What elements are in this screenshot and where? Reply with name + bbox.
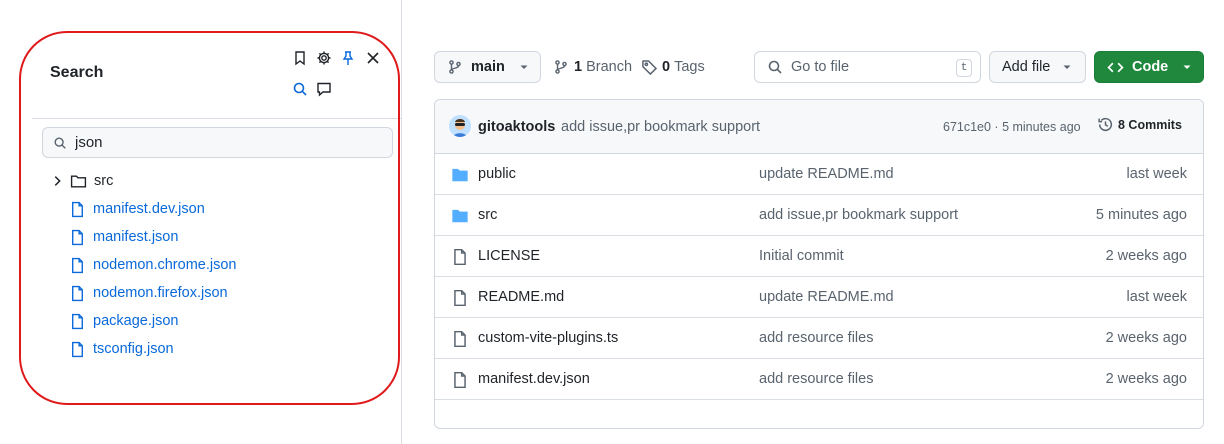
branches-link[interactable]: 1 Branch	[553, 51, 632, 83]
file-name-link[interactable]: custom-vite-plugins.ts	[478, 330, 618, 346]
tree-item-label: package.json	[93, 313, 179, 329]
tree-file-item[interactable]: package.json	[69, 310, 178, 332]
file-table: gitoaktools add issue,pr bookmark suppor…	[434, 99, 1204, 429]
go-to-file-input[interactable]	[791, 59, 951, 75]
folder-icon	[452, 209, 468, 223]
bookmark-icon[interactable]	[291, 49, 309, 67]
branch-icon	[449, 60, 461, 74]
file-name-link[interactable]: public	[478, 166, 516, 182]
caret-down-icon	[520, 65, 528, 69]
search-icon	[768, 60, 782, 74]
commit-message-link[interactable]: add issue,pr bookmark support	[759, 207, 958, 223]
tag-count: 0	[662, 59, 671, 75]
tags-link[interactable]: 0 Tags	[641, 51, 705, 83]
tree-file-item[interactable]: nodemon.firefox.json	[69, 282, 228, 304]
table-row: README.md update README.md last week	[435, 277, 1203, 318]
file-icon	[454, 289, 466, 307]
add-file-button[interactable]: Add file	[989, 51, 1086, 83]
file-icon	[454, 371, 466, 389]
table-row: public update README.md last week	[435, 154, 1203, 195]
tree-file-item[interactable]: manifest.json	[69, 226, 178, 248]
file-icon	[72, 285, 83, 301]
file-name-link[interactable]: src	[478, 207, 497, 223]
sidebar-search-box[interactable]	[42, 127, 393, 158]
close-icon[interactable]	[364, 49, 382, 67]
code-button[interactable]: Code	[1094, 51, 1204, 83]
search-icon	[54, 136, 66, 149]
tree-file-item[interactable]: nodemon.chrome.json	[69, 254, 236, 276]
commit-author[interactable]: gitoaktools	[478, 119, 555, 135]
branch-label: Branch	[586, 59, 633, 75]
add-file-label: Add file	[1002, 59, 1051, 75]
code-label: Code	[1132, 59, 1169, 75]
commits-count: 8 Commits	[1118, 117, 1182, 132]
branch-selector-button[interactable]: main	[434, 51, 541, 83]
file-name-link[interactable]: README.md	[478, 289, 564, 305]
search-icon[interactable]	[291, 80, 309, 98]
tag-label: Tags	[674, 59, 705, 75]
file-tree-sidebar: Search src manifest.dev.json manifest.js…	[0, 0, 402, 444]
comment-icon[interactable]	[315, 80, 333, 98]
commit-message-link[interactable]: add resource files	[759, 330, 873, 346]
file-name-link[interactable]: manifest.dev.json	[478, 371, 590, 387]
file-icon	[72, 229, 83, 245]
branch-icon	[555, 60, 567, 74]
commits-link[interactable]: 8 Commits	[1097, 116, 1182, 133]
tree-item-label: manifest.dev.json	[93, 201, 205, 217]
commit-message-link[interactable]: Initial commit	[759, 248, 844, 264]
tree-folder-src[interactable]: src	[50, 170, 113, 192]
commit-message-link[interactable]: update README.md	[759, 289, 894, 305]
go-to-file-box[interactable]: t	[754, 51, 981, 83]
table-row: manifest.dev.json add resource files 2 w…	[435, 359, 1203, 400]
branch-count: 1	[574, 59, 583, 75]
history-icon	[1098, 117, 1113, 131]
chevron-right-icon[interactable]	[50, 174, 64, 188]
commit-message[interactable]: add issue,pr bookmark support	[561, 119, 760, 135]
file-icon	[72, 341, 83, 357]
commit-meta[interactable]: 671c1e0 · 5 minutes ago	[943, 120, 1081, 134]
commit-age: 5 minutes ago	[1095, 207, 1187, 223]
table-row: src add issue,pr bookmark support 5 minu…	[435, 195, 1203, 236]
file-icon	[454, 248, 466, 266]
caret-down-icon	[1183, 65, 1191, 69]
gear-icon[interactable]	[315, 49, 333, 67]
branch-name: main	[471, 59, 505, 75]
avatar[interactable]	[449, 115, 471, 137]
code-icon	[1107, 62, 1124, 72]
folder-icon	[452, 168, 468, 182]
tree-item-label: tsconfig.json	[93, 341, 174, 357]
sidebar-title: Search	[50, 64, 104, 81]
table-row: LICENSE Initial commit 2 weeks ago	[435, 236, 1203, 277]
commit-message-link[interactable]: add resource files	[759, 371, 873, 387]
file-icon	[72, 201, 83, 217]
shortcut-key: t	[956, 59, 972, 77]
commit-age: 2 weeks ago	[1105, 330, 1187, 346]
table-row: custom-vite-plugins.ts add resource file…	[435, 318, 1203, 359]
latest-commit-bar: gitoaktools add issue,pr bookmark suppor…	[435, 100, 1203, 154]
commit-age: 2 weeks ago	[1105, 371, 1187, 387]
commit-age: 2 weeks ago	[1105, 248, 1187, 264]
tree-item-label: manifest.json	[93, 229, 179, 245]
sidebar-divider	[32, 118, 402, 119]
commit-age: last week	[1126, 166, 1187, 182]
tree-item-label: nodemon.chrome.json	[93, 257, 237, 273]
sidebar-search-input[interactable]	[75, 134, 375, 151]
tree-item-label: nodemon.firefox.json	[93, 285, 228, 301]
file-name-link[interactable]: LICENSE	[478, 248, 540, 264]
file-icon	[454, 330, 466, 348]
commit-age: last week	[1126, 289, 1187, 305]
file-icon	[72, 257, 83, 273]
caret-down-icon	[1063, 65, 1071, 69]
pin-icon[interactable]	[339, 49, 357, 67]
tag-icon	[642, 59, 658, 75]
file-icon	[72, 313, 83, 329]
tree-item-label: src	[94, 173, 114, 189]
tree-file-item[interactable]: tsconfig.json	[69, 338, 174, 360]
commit-message-link[interactable]: update README.md	[759, 166, 894, 182]
tree-file-item[interactable]: manifest.dev.json	[69, 198, 205, 220]
folder-icon	[70, 174, 87, 188]
